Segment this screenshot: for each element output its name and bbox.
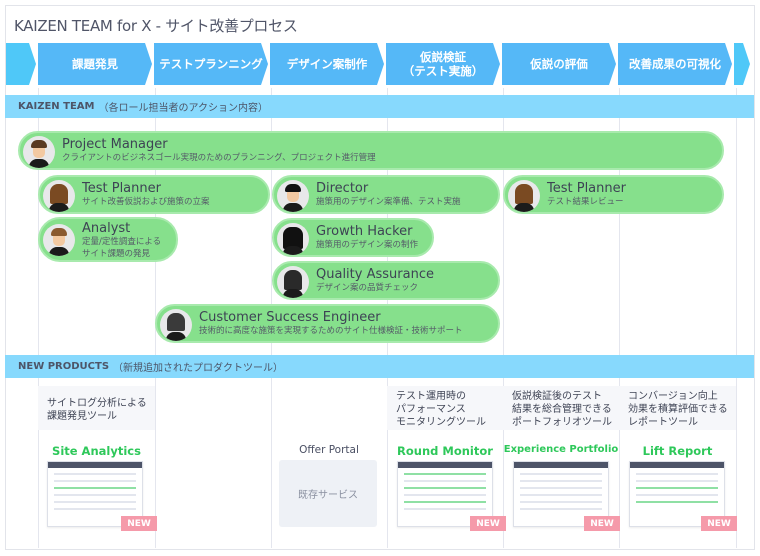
- products-band-label: NEW PRODUCTS: [18, 361, 110, 372]
- role-customer-success-engineer: Customer Success Engineer 技術的に高度な施策を実現する…: [155, 304, 500, 343]
- role-name: Project Manager: [62, 137, 168, 152]
- process-step: 改善成果の可視化: [618, 43, 732, 85]
- role-name: Customer Success Engineer: [199, 310, 381, 325]
- role-name: Quality Assurance: [316, 267, 434, 282]
- role-growth-hacker: Growth Hacker 施策用のデザイン案の制作: [272, 218, 434, 257]
- process-step: デザイン案制作: [270, 43, 384, 85]
- offer-portal-box: 既存サービス: [279, 460, 377, 527]
- new-badge: NEW: [470, 516, 506, 531]
- avatar-icon: [23, 136, 55, 168]
- avatar-icon: [43, 224, 75, 256]
- product-name-round-monitor[interactable]: Round Monitor: [387, 444, 503, 458]
- role-quality-assurance: Quality Assurance デザイン案の品質チェック: [272, 261, 500, 300]
- new-badge: NEW: [121, 516, 157, 531]
- avatar-icon: [160, 309, 192, 341]
- product-name-experience-portfolio[interactable]: Experience Portfolio: [503, 444, 619, 455]
- column-divider: [736, 88, 737, 548]
- product-desc: コンバージョン向上 効果を積算評価できる レポートツール: [619, 386, 736, 430]
- new-badge: NEW: [584, 516, 620, 531]
- product-name-lift-report[interactable]: Lift Report: [619, 444, 736, 458]
- process-step: テストプランニング: [154, 43, 268, 85]
- avatar-icon: [277, 223, 309, 255]
- role-desc: テスト結果レビュー: [547, 197, 624, 207]
- avatar-icon: [43, 180, 75, 212]
- team-band: KAIZEN TEAM （各ロール担当者のアクション内容）: [5, 95, 754, 118]
- avatar-icon: [277, 180, 309, 212]
- role-name: Test Planner: [82, 181, 161, 196]
- product-name-offer-portal[interactable]: Offer Portal: [271, 444, 387, 456]
- products-band-sub: （新規追加されたプロダクトツール）: [113, 363, 284, 374]
- products-band: NEW PRODUCTS （新規追加されたプロダクトツール）: [5, 355, 754, 378]
- process-step: 仮説検証 （テスト実施）: [386, 43, 500, 85]
- product-desc: 仮説検証後のテスト 結果を総合管理できる ポートフォリオツール: [503, 386, 619, 430]
- role-desc: 施策用のデザイン案の制作: [316, 240, 419, 250]
- avatar-icon: [508, 180, 540, 212]
- product-desc: テスト運用時の パフォーマンス モニタリングツール: [387, 386, 503, 430]
- product-name-site-analytics[interactable]: Site Analytics: [38, 444, 155, 458]
- process-step: 課題発見: [38, 43, 152, 85]
- role-test-planner: Test Planner サイト改善仮説および施策の立案: [38, 175, 270, 214]
- team-band-label: KAIZEN TEAM: [18, 101, 95, 112]
- role-project-manager: Project Manager クライアントのビジネスゴール実現のためのプランニ…: [18, 131, 724, 170]
- page-title: KAIZEN TEAM for X - サイト改善プロセス: [14, 17, 298, 35]
- role-desc: サイト改善仮説および施策の立案: [82, 197, 210, 207]
- team-band-sub: （各ロール担当者のアクション内容）: [98, 103, 268, 114]
- process-step: 仮説の評価: [502, 43, 616, 85]
- role-analyst: Analyst 定量/定性調査による サイト課題の発見: [38, 217, 178, 262]
- role-desc: クライアントのビジネスゴール実現のためのプランニング、プロジェクト進行管理: [62, 153, 376, 163]
- role-desc: 技術的に高度な施策を実現するためのサイト仕様検証・技術サポート: [199, 326, 463, 336]
- new-badge: NEW: [701, 516, 737, 531]
- role-name: Director: [316, 181, 369, 196]
- role-desc: 施策用のデザイン案準備、テスト実施: [316, 197, 461, 207]
- role-name: Analyst: [82, 221, 131, 236]
- product-desc: サイトログ分析による 課題発見ツール: [38, 386, 155, 430]
- avatar-icon: [277, 266, 309, 298]
- role-name: Growth Hacker: [316, 224, 413, 239]
- role-director: Director 施策用のデザイン案準備、テスト実施: [272, 175, 500, 214]
- role-test-planner-review: Test Planner テスト結果レビュー: [503, 175, 724, 214]
- role-name: Test Planner: [547, 181, 626, 196]
- role-desc: デザイン案の品質チェック: [316, 283, 419, 293]
- role-desc: 定量/定性調査による サイト課題の発見: [82, 237, 162, 259]
